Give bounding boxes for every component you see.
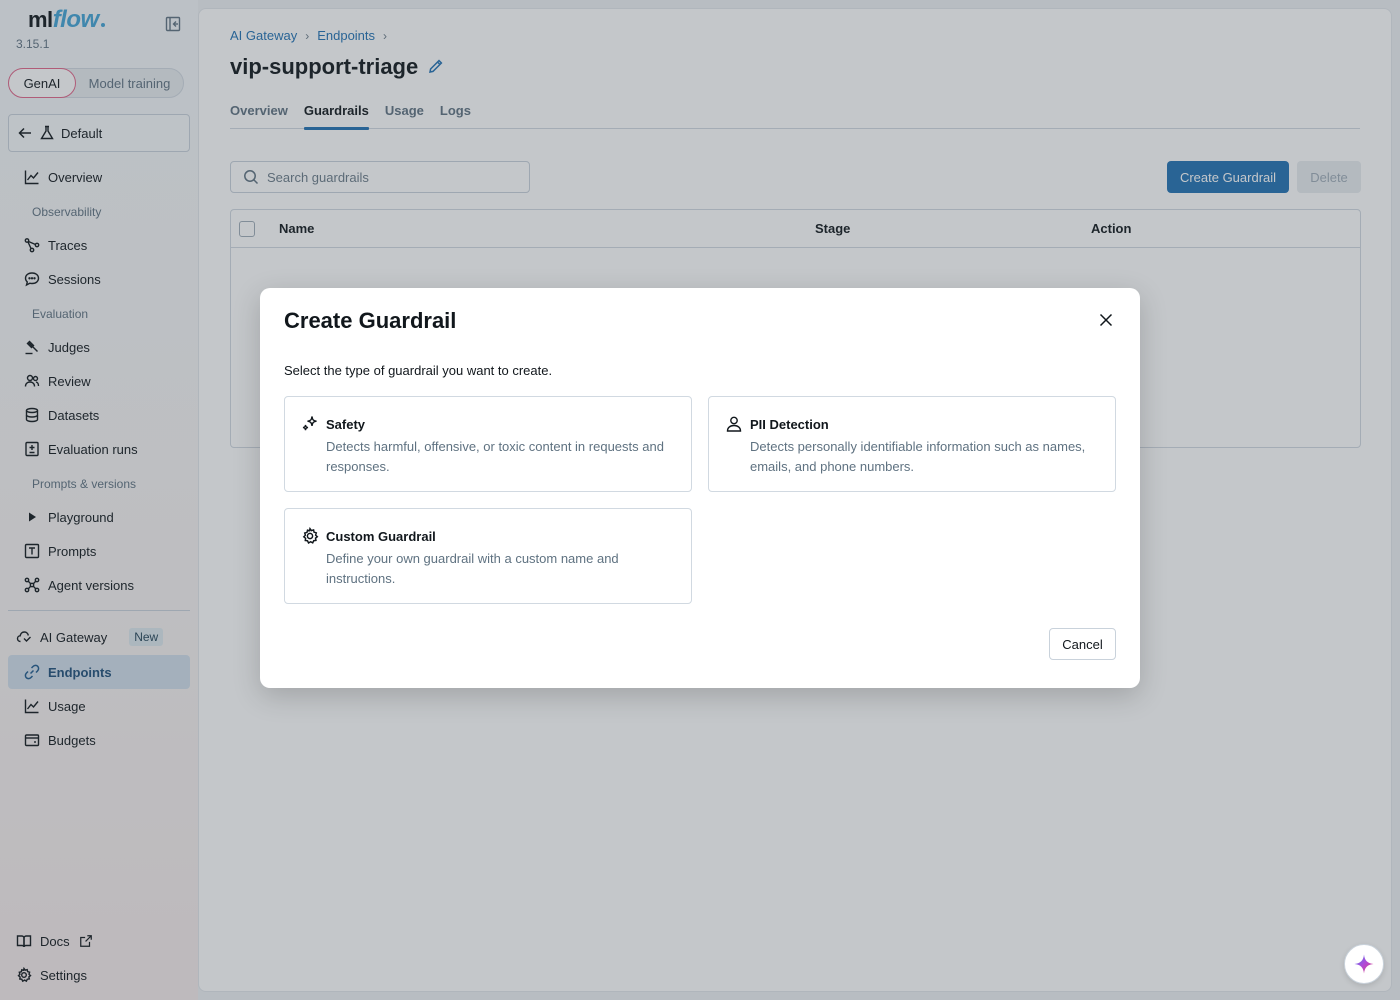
create-guardrail-modal: Create Guardrail Select the type of guar… bbox=[260, 288, 1140, 688]
modal-description: Select the type of guardrail you want to… bbox=[284, 363, 553, 378]
modal-title: Create Guardrail bbox=[284, 308, 457, 333]
option-title: Custom Guardrail bbox=[326, 529, 436, 544]
option-card-custom-guardrail[interactable]: Custom Guardrail Define your own guardra… bbox=[284, 508, 692, 604]
option-description: Define your own guardrail with a custom … bbox=[326, 551, 619, 586]
option-description: Detects harmful, offensive, or toxic con… bbox=[326, 439, 664, 474]
option-title: Safety bbox=[326, 417, 366, 432]
gear-icon bbox=[301, 526, 319, 545]
option-description: Detects personally identifiable informat… bbox=[750, 439, 1086, 474]
user-icon bbox=[725, 415, 743, 433]
cancel-button[interactable]: Cancel bbox=[1049, 628, 1116, 660]
sparkle-icon bbox=[301, 415, 319, 433]
option-title: PII Detection bbox=[750, 417, 829, 432]
sparkle-icon bbox=[1354, 954, 1374, 974]
option-card-safety[interactable]: Safety Detects harmful, offensive, or to… bbox=[284, 396, 692, 492]
option-card-pii-detection[interactable]: PII Detection Detects personally identif… bbox=[708, 396, 1116, 492]
assistant-button[interactable] bbox=[1344, 944, 1384, 984]
close-icon[interactable] bbox=[1098, 312, 1114, 328]
